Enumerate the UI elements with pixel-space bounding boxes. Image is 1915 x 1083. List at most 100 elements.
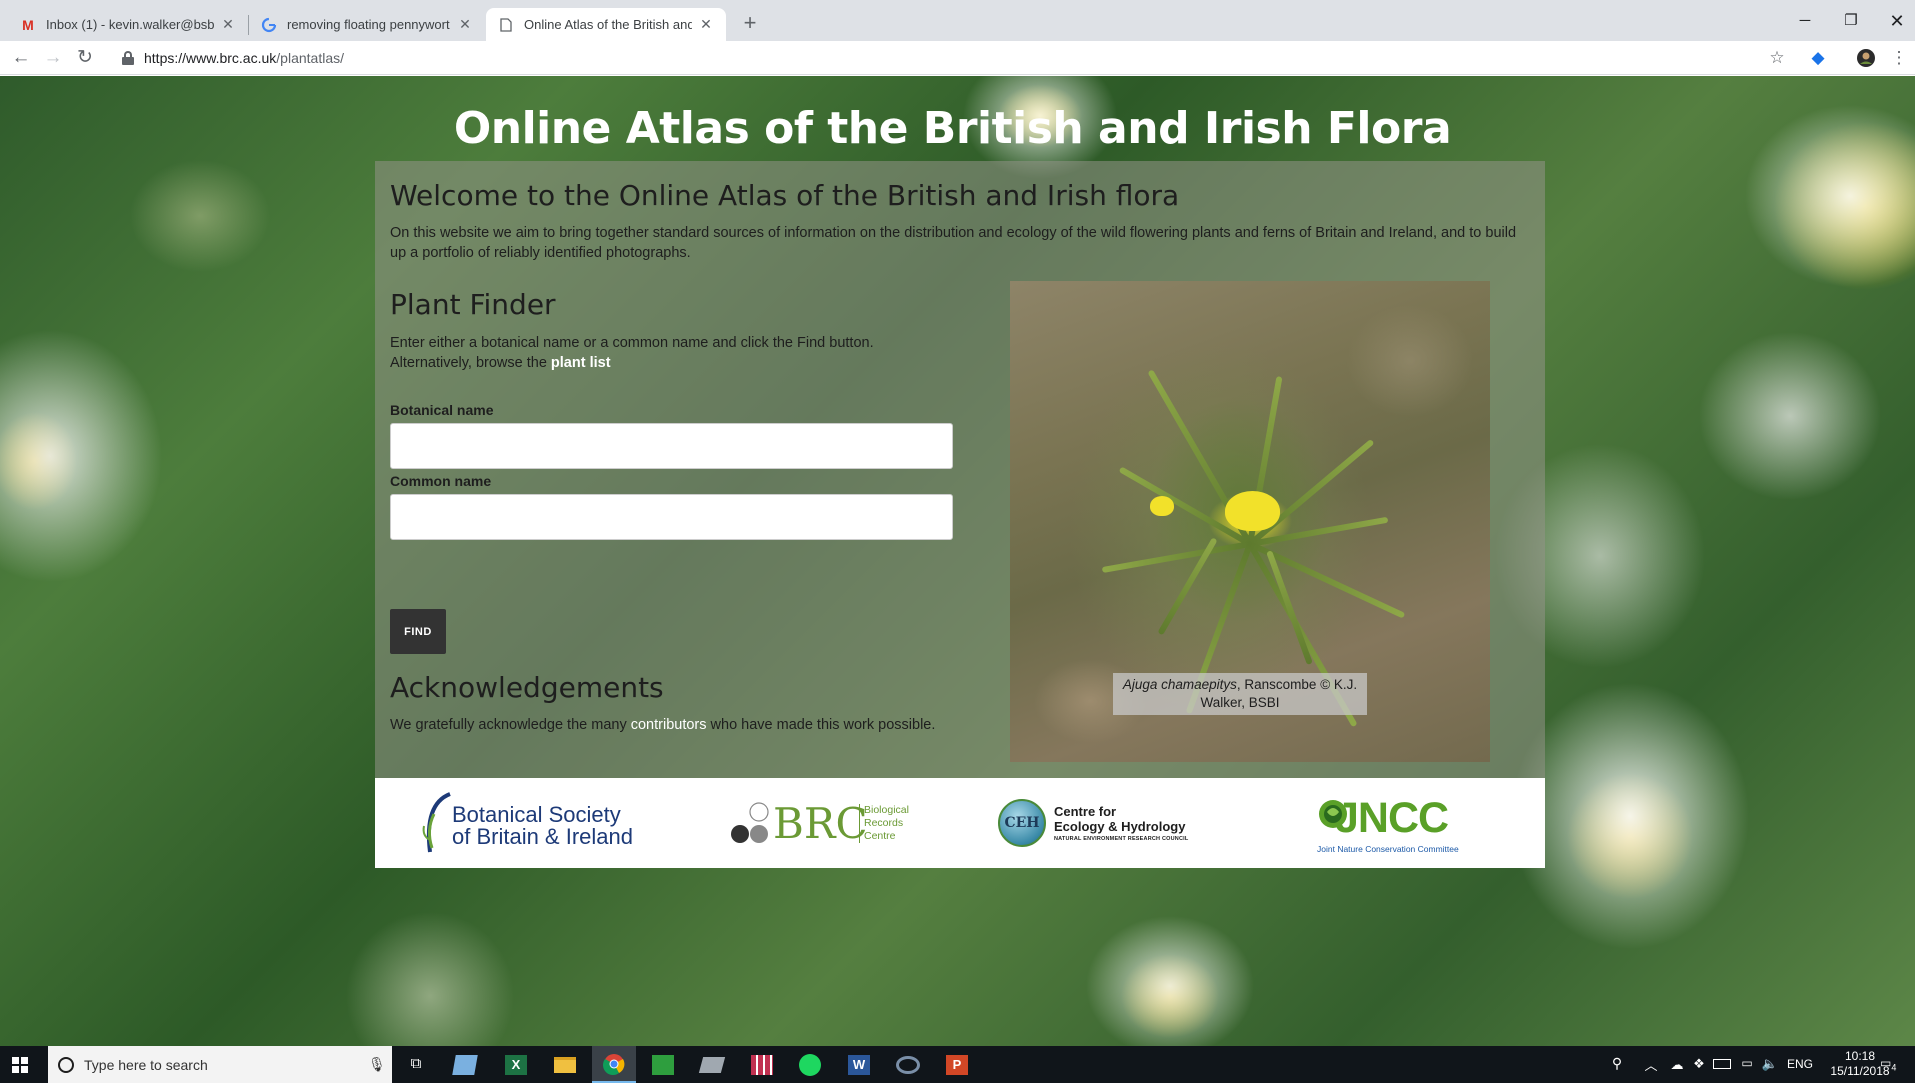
tab-title: removing floating pennywort - G	[287, 17, 451, 32]
main-content-panel: Welcome to the Online Atlas of the Briti…	[375, 161, 1545, 778]
ceh-line2: Ecology & Hydrology	[1054, 819, 1186, 834]
new-tab-button[interactable]: +	[736, 10, 764, 38]
windows-taskbar: Type here to search 🎙 ⧉ X W P ⚲ ︿ ☁ ❖ ▭ …	[0, 1046, 1915, 1083]
botanical-name-label: Botanical name	[390, 402, 494, 418]
notification-count: 4	[1891, 1062, 1897, 1073]
brc-logo[interactable]: BRC Biological Records Centre	[729, 790, 909, 856]
gmail-icon: M	[22, 16, 34, 33]
tab-title: Inbox (1) - kevin.walker@bsbi.org	[46, 17, 214, 32]
botanical-name-input[interactable]	[390, 423, 953, 469]
browser-tab-strip: M Inbox (1) - kevin.walker@bsbi.org ✕ re…	[0, 0, 1915, 41]
taskbar-app-notepad-icon[interactable]	[452, 1055, 478, 1075]
network-icon[interactable]: ▭	[1738, 1056, 1756, 1072]
tab-gmail[interactable]: M Inbox (1) - kevin.walker@bsbi.org ✕	[8, 8, 248, 41]
intro-text: On this website we aim to bring together…	[390, 225, 1517, 261]
brc-wordmark: BRC	[773, 799, 868, 848]
taskbar-app-r-icon[interactable]	[896, 1056, 920, 1074]
taskbar-app-excel-icon[interactable]: X	[505, 1055, 527, 1075]
taskbar-app-chart-icon[interactable]	[652, 1055, 674, 1075]
taskbar-search-box[interactable]: Type here to search 🎙	[48, 1046, 392, 1083]
profile-avatar[interactable]	[1856, 48, 1876, 68]
photo-caption: Ajuga chamaepitys, Ranscombe © K.J. Walk…	[1113, 673, 1367, 715]
brc-sub1: Biological	[864, 804, 909, 816]
show-hidden-icons-chevron-icon[interactable]: ︿	[1643, 1055, 1659, 1075]
tab-google-search[interactable]: removing floating pennywort - G ✕	[249, 8, 485, 41]
finder-instructions: Enter either a botanical name or a commo…	[390, 335, 874, 351]
language-indicator[interactable]: ENG	[1765, 1057, 1813, 1071]
people-icon[interactable]: ⚲	[1607, 1055, 1627, 1075]
task-view-icon[interactable]: ⧉	[404, 1055, 428, 1075]
close-tab-icon[interactable]: ✕	[698, 16, 714, 33]
ack-suffix: who have made this work possible.	[710, 717, 936, 733]
ceh-line1: Centre for	[1054, 804, 1117, 819]
ack-prefix: We gratefully acknowledge the many	[390, 717, 627, 733]
restore-button[interactable]: ❐	[1828, 6, 1874, 36]
bsbi-name-line2: of Britain & Ireland	[452, 824, 633, 849]
onedrive-cloud-icon[interactable]: ☁	[1668, 1057, 1686, 1072]
find-button[interactable]: FIND	[390, 609, 446, 654]
page-viewport: Online Atlas of the British and Irish Fl…	[0, 76, 1915, 1046]
plant-finder-heading: Plant Finder	[390, 288, 556, 321]
search-circle-icon	[58, 1056, 74, 1073]
acknowledgements-text: We gratefully acknowledge the many contr…	[390, 717, 970, 733]
extension-icon[interactable]: ◆	[1808, 48, 1828, 68]
welcome-heading: Welcome to the Online Atlas of the Briti…	[390, 179, 1180, 212]
chrome-menu-icon[interactable]: ⋮	[1889, 48, 1909, 68]
bsbi-logo[interactable]: Botanical Society of Britain & Ireland	[420, 790, 650, 856]
forward-arrow-icon[interactable]: →	[38, 43, 68, 73]
common-name-input[interactable]	[390, 494, 953, 540]
minimize-button[interactable]: ─	[1782, 6, 1828, 36]
close-tab-icon[interactable]: ✕	[220, 16, 236, 33]
page-icon	[498, 17, 514, 33]
back-arrow-icon[interactable]: ←	[6, 43, 36, 73]
dropbox-icon[interactable]: ❖	[1690, 1056, 1708, 1072]
taskbar-search-placeholder: Type here to search	[84, 1056, 208, 1073]
bsbi-name-line1: Botanical Society	[452, 802, 621, 827]
brc-sub2: Records	[864, 817, 904, 829]
microphone-icon[interactable]: 🎙	[368, 1056, 386, 1073]
browse-prefix: Alternatively, browse the	[390, 355, 547, 371]
notification-bubble-icon: ▭	[1880, 1056, 1892, 1070]
battery-icon[interactable]	[1713, 1059, 1731, 1069]
google-icon	[261, 17, 277, 33]
species-name: Ajuga chamaepitys	[1122, 677, 1237, 692]
windows-start-icon[interactable]	[12, 1057, 28, 1073]
common-name-label: Common name	[390, 473, 492, 489]
action-center-icon[interactable]: ▭4	[1880, 1056, 1902, 1074]
reload-icon[interactable]: ↻	[70, 43, 100, 73]
tab-title: Online Atlas of the British and Iri	[524, 17, 692, 32]
address-bar[interactable]: https://www.brc.ac.uk/plantatlas/	[112, 44, 1772, 72]
url-path: /plantatlas/	[276, 50, 344, 66]
contributors-link[interactable]: contributors	[631, 717, 707, 733]
yellow-flower	[1150, 496, 1174, 516]
photo-leaf	[1101, 541, 1251, 574]
site-title: Online Atlas of the British and Irish Fl…	[453, 103, 1452, 154]
ceh-badge: CEH	[998, 799, 1046, 847]
url-host: https://www.brc.ac.uk	[144, 50, 277, 66]
ceh-line3: NATURAL ENVIRONMENT RESEARCH COUNCIL	[1054, 836, 1189, 842]
taskbar-app-printer-icon[interactable]	[698, 1057, 726, 1073]
tab-plant-atlas[interactable]: Online Atlas of the British and Iri ✕	[486, 8, 726, 41]
acknowledgements-heading: Acknowledgements	[390, 671, 664, 704]
taskbar-app-chrome-icon[interactable]	[592, 1046, 636, 1083]
close-window-button[interactable]: ✕	[1874, 6, 1915, 36]
jncc-wordmark: JNCC	[1335, 794, 1449, 842]
ceh-logo[interactable]: CEH Centre for Ecology & Hydrology NATUR…	[998, 790, 1218, 856]
partner-logos-strip: Botanical Society of Britain & Ireland B…	[375, 778, 1545, 868]
plant-finder-intro: Enter either a botanical name or a commo…	[390, 333, 950, 373]
taskbar-app-spotify-icon[interactable]	[799, 1054, 821, 1076]
brc-sub3: Centre	[864, 830, 896, 842]
finder-browse-line: Alternatively, browse the plant list	[390, 353, 950, 373]
taskbar-app-word-icon[interactable]: W	[848, 1055, 870, 1075]
plant-list-link[interactable]: plant list	[551, 355, 611, 371]
taskbar-app-powerpoint-icon[interactable]: P	[946, 1055, 968, 1075]
taskbar-app-grid-icon[interactable]	[751, 1055, 773, 1075]
plant-photo: Ajuga chamaepitys, Ranscombe © K.J. Walk…	[1010, 281, 1490, 762]
bookmark-star-icon[interactable]: ☆	[1767, 48, 1787, 68]
close-tab-icon[interactable]: ✕	[457, 16, 473, 33]
jncc-subtitle: Joint Nature Conservation Committee	[1317, 844, 1459, 854]
jncc-logo[interactable]: JNCC Joint Nature Conservation Committee	[1317, 790, 1467, 856]
browser-toolbar: ← → ↻ https://www.brc.ac.uk/plantatlas/ …	[0, 41, 1915, 75]
lock-icon	[122, 51, 134, 65]
taskbar-app-file-explorer-icon[interactable]	[554, 1057, 576, 1073]
